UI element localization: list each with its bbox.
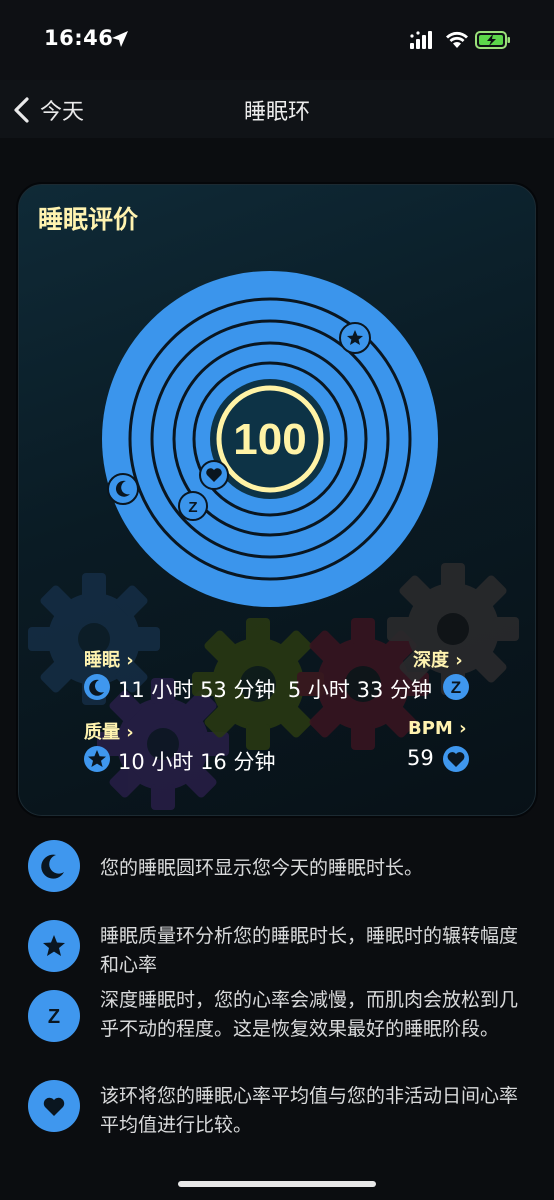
location-arrow-icon [112,31,128,47]
sleep-stat-link[interactable]: 睡眠 › [84,646,134,672]
status-bar: 16:46 [0,0,554,80]
home-indicator[interactable] [178,1181,376,1187]
heart-icon [443,746,469,772]
heart-icon [199,460,229,490]
wifi-icon [446,31,468,48]
z-icon: Z [28,990,80,1042]
svg-text:Z: Z [451,678,461,697]
star-icon [84,746,110,772]
bpm-stat-value: 59 [407,746,434,770]
legend-text: 深度睡眠时，您的心率会减慢，而肌肉会放松到几乎不动的程度。这是恢复效果最好的睡眠… [100,989,519,1040]
moon-icon [107,473,139,505]
sleep-stat-value: 11 小时 53 分钟 [118,678,276,702]
deep-stat-value: 5 小时 33 分钟 [287,678,432,702]
legend-text: 您的睡眠圆环显示您今天的睡眠时长。 [100,857,424,879]
card-title: 睡眠评价 [38,205,139,234]
svg-text:Z: Z [48,1006,60,1028]
star-icon [339,322,371,354]
z-icon: Z [178,491,208,521]
legend-text: 睡眠质量环分析您的睡眠时长，睡眠时的辗转幅度和心率 [100,925,519,976]
navigation-bar: 今天 睡眠环 [0,80,554,138]
heart-icon [28,1080,80,1132]
star-icon [28,920,80,972]
score-value: 100 [233,415,306,464]
cellular-signal-icon [410,31,432,49]
legend-text: 该环将您的睡眠心率平均值与您的非活动日间心率平均值进行比较。 [100,1085,519,1136]
quality-stat-link[interactable]: 质量 › [84,718,134,744]
battery-charging-icon [475,31,510,49]
page-title: 睡眠环 [243,100,310,125]
sleep-rating-card: 睡眠评价 100 Z 睡眠 › 11 小时 53 分钟 深度 › 5 小时 33… [16,182,538,818]
status-time: 16:46 [44,26,114,50]
svg-text:Z: Z [188,499,197,516]
deep-stat-link[interactable]: 深度 › [413,646,463,672]
bpm-stat-link[interactable]: BPM › [408,718,467,739]
sleep-rings-chart: 100 Z [102,271,438,607]
moon-icon [28,840,80,892]
quality-stat-value: 10 小时 16 分钟 [118,750,276,774]
moon-icon [84,674,110,700]
z-icon: Z [443,674,469,700]
